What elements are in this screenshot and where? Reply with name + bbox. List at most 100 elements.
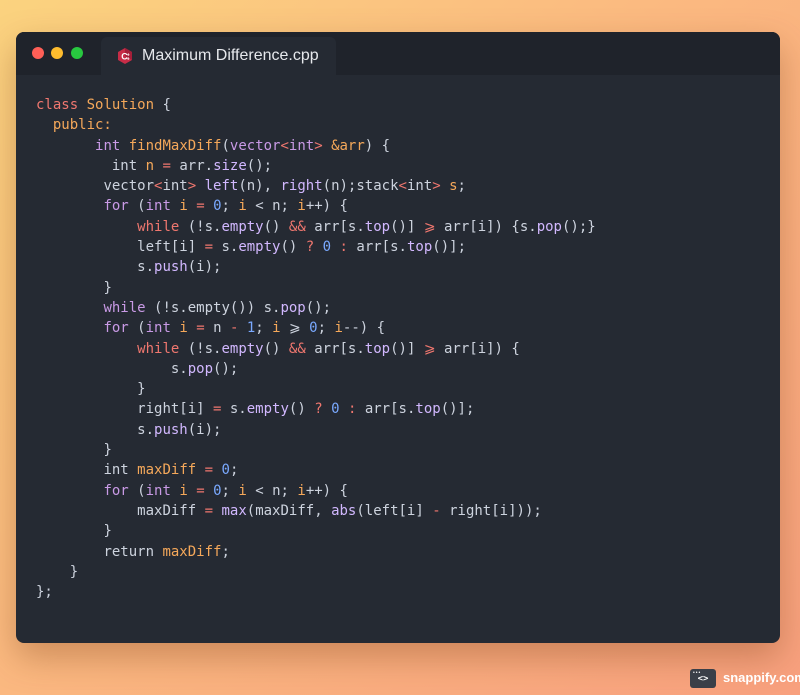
svg-text:+: + [127, 56, 130, 62]
code-token: int [145, 198, 171, 215]
code-token: class [36, 97, 79, 113]
code-token: s. [137, 259, 155, 276]
code-line: int findMaxDiff(vector<int> &arr) { [36, 136, 596, 156]
code-token: arr[s. [305, 218, 365, 235]
code-token: max [221, 502, 247, 519]
code-token: 0 [213, 198, 222, 215]
minimize-dot[interactable] [51, 47, 63, 59]
code-line: s.push(i); [36, 420, 596, 440]
code-token: ⩾ [423, 218, 436, 235]
code-token: (!s.empty()) s. [145, 299, 281, 316]
code-token: arr[s. [347, 239, 407, 256]
code-token: () [288, 401, 315, 418]
code-token: ; [255, 320, 273, 337]
code-token: () [263, 218, 289, 235]
code-token: while [137, 218, 180, 235]
code-token: ⩾ [288, 320, 301, 337]
code-token: for [103, 198, 129, 215]
code-token: maxDiff [137, 502, 205, 519]
code-token: ? [305, 239, 315, 256]
code-token: size [213, 157, 247, 174]
code-token: while [103, 299, 146, 316]
code-token: > [432, 178, 450, 195]
code-token: s. [170, 360, 188, 377]
code-token: i [238, 482, 247, 499]
code-token: s. [137, 421, 155, 438]
title-bar: C + + Maximum Difference.cpp [16, 32, 780, 75]
code-token: ; [221, 482, 239, 499]
code-window: C + + Maximum Difference.cpp class Solut… [16, 32, 780, 643]
code-line: left[i] = s.empty() ? 0 : arr[s.top()]; [36, 237, 596, 257]
code-token: int [145, 482, 171, 499]
code-token: ()] [390, 218, 424, 235]
code-token: ()]; [440, 401, 475, 418]
code-token: i [272, 320, 281, 337]
code-token: right[i])); [440, 502, 542, 519]
code-line: } [36, 379, 596, 399]
code-line: for (int i = 0; i < n; i++) { [36, 481, 596, 501]
code-token: < n; [246, 198, 298, 215]
code-token: (maxDiff, [246, 502, 332, 519]
code-token: top [364, 340, 391, 357]
code-token: i [179, 482, 188, 499]
maximize-dot[interactable] [71, 47, 83, 59]
code-token: i [179, 198, 188, 215]
code-token: ) { [364, 137, 391, 154]
code-token: > [314, 137, 332, 154]
code-line: int maxDiff = 0; [36, 460, 596, 480]
code-token: ( [128, 482, 146, 499]
code-token: maxDiff [162, 543, 222, 560]
close-dot[interactable] [32, 47, 44, 59]
code-token: left [204, 178, 239, 195]
code-token: ⩾ [423, 340, 436, 357]
code-token: ; [221, 543, 230, 560]
code-token: : [339, 239, 348, 256]
code-line: right[i] = s.empty() ? 0 : arr[s.top()]; [36, 399, 596, 419]
code-token: (n); [322, 178, 357, 195]
file-tab[interactable]: C + + Maximum Difference.cpp [101, 37, 336, 75]
code-token: stack [356, 178, 399, 195]
code-token: ( [128, 198, 146, 215]
code-token: n [145, 157, 155, 174]
code-token: top [406, 239, 433, 256]
code-block: class Solution { public: int findMaxDiff… [36, 95, 596, 602]
code-token: ; [221, 198, 239, 215]
code-token: public: [52, 117, 112, 134]
code-token: empty [221, 340, 264, 357]
code-token: ++) { [305, 482, 348, 499]
code-token: return [103, 543, 155, 560]
cpp-file-icon: C + + [116, 47, 134, 65]
code-line: } [36, 278, 596, 298]
code-line: while (!s.empty() && arr[s.top()] ⩾ arr[… [36, 217, 596, 237]
code-token: vector [229, 137, 281, 154]
code-token: while [137, 340, 180, 357]
code-token: ? [314, 401, 323, 418]
code-token: pop [187, 360, 214, 377]
code-token: && [288, 340, 306, 357]
code-line: maxDiff = max(maxDiff, abs(left[i] - rig… [36, 501, 596, 521]
code-token: arr[i]) { [435, 340, 520, 357]
code-token: = [204, 239, 214, 256]
code-token: for [103, 482, 129, 499]
code-token: Solution [86, 97, 155, 113]
code-token: top [364, 218, 391, 235]
code-line: } [36, 562, 596, 582]
code-token: 1 [246, 320, 256, 337]
code-token: = [204, 462, 214, 479]
code-token: = [196, 482, 205, 499]
